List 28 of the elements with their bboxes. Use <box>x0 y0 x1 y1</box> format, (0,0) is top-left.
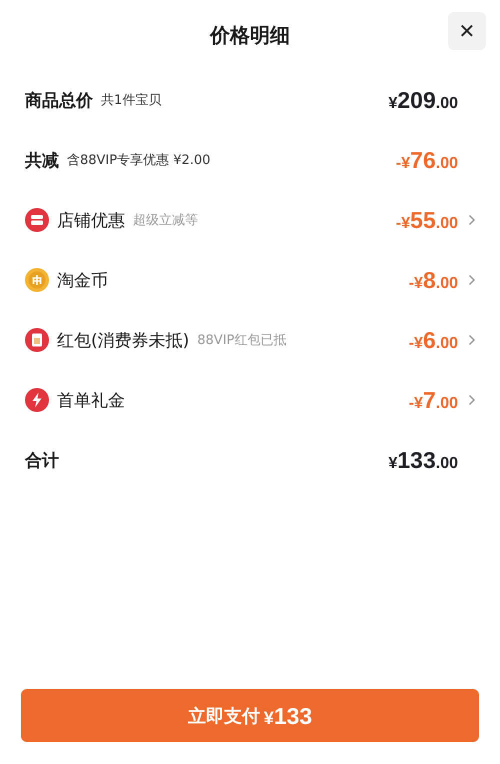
row-label: 店铺优惠 <box>57 210 125 232</box>
row-note: 88VIP红包已抵 <box>197 332 286 349</box>
envelope-icon <box>25 328 49 352</box>
row-label: 首单礼金 <box>57 390 125 412</box>
row-note: 含88VIP专享优惠 ¥2.00 <box>67 152 210 169</box>
row-note: 超级立减等 <box>133 212 198 229</box>
shop-icon <box>25 208 49 232</box>
close-button[interactable]: ✕ <box>448 12 486 50</box>
row-label: 共减 <box>25 150 59 172</box>
amount: -¥6.00 <box>408 326 458 354</box>
amount: ¥209.00 <box>388 86 458 114</box>
amount: -¥8.00 <box>408 266 458 294</box>
row-label: 合计 <box>25 450 59 472</box>
chevron-right-icon[interactable] <box>468 334 476 346</box>
row-label: 淘金币 <box>57 270 108 292</box>
row-note: 共1件宝贝 <box>101 92 162 109</box>
lightning-icon <box>25 388 49 412</box>
row-label: 红包(消费券未抵) <box>57 330 190 352</box>
row-label: 商品总价 <box>25 90 93 112</box>
amount: -¥55.00 <box>396 206 458 234</box>
chevron-right-icon[interactable] <box>468 394 476 406</box>
amount: -¥76.00 <box>396 146 458 174</box>
amount: ¥133.00 <box>388 446 458 474</box>
chevron-right-icon[interactable] <box>468 274 476 286</box>
amount: -¥7.00 <box>408 386 458 414</box>
coin-icon <box>25 268 49 292</box>
dialog-title: 价格明细 <box>210 22 290 48</box>
chevron-right-icon[interactable] <box>468 214 476 226</box>
